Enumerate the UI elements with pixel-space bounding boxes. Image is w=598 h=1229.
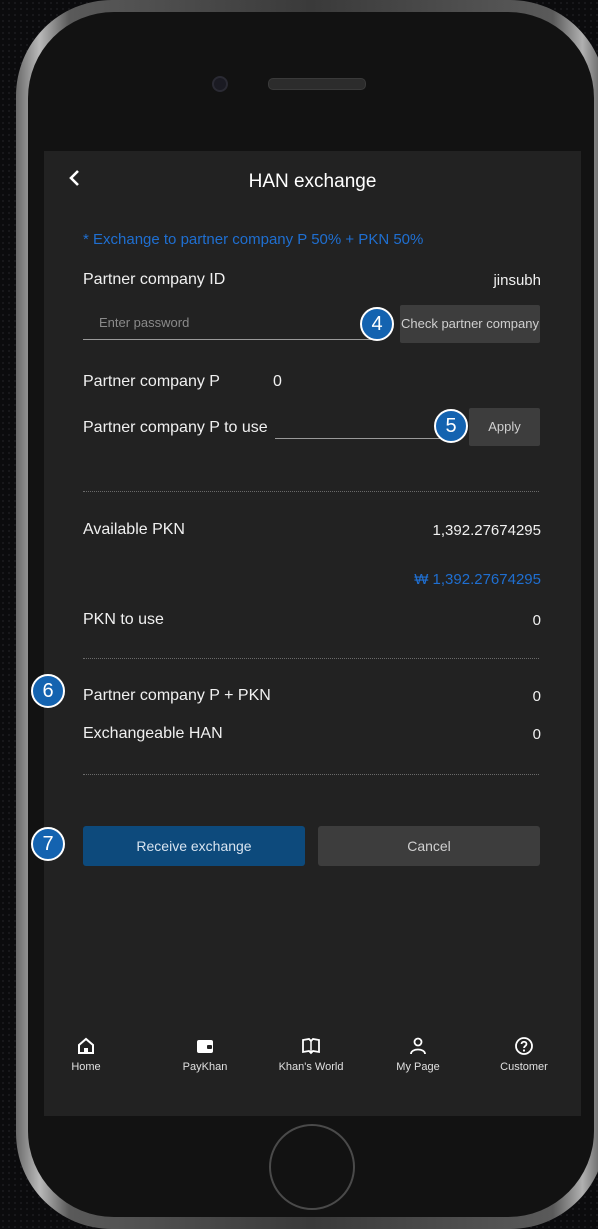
nav-home-label: Home: [71, 1061, 101, 1073]
partner-id-label: Partner company ID: [83, 271, 226, 288]
password-placeholder: Enter password: [99, 315, 190, 330]
apply-label: Apply: [488, 419, 521, 434]
nav-my-page[interactable]: My Page: [378, 1035, 458, 1073]
step-badge-5: 5: [434, 409, 468, 443]
pkn-to-use-value: 0: [532, 612, 541, 629]
nav-paykhan-label: PayKhan: [182, 1061, 228, 1073]
earpiece-speaker: [268, 78, 366, 90]
partner-p-label: Partner company P: [83, 373, 220, 390]
app-screen: HAN exchange * Exchange to partner compa…: [44, 151, 581, 1116]
available-pkn-label: Available PKN: [83, 521, 185, 538]
front-camera: [212, 76, 228, 92]
cancel-button[interactable]: Cancel: [318, 826, 540, 866]
section-divider-2: [83, 658, 539, 659]
step-badge-4: 4: [360, 307, 394, 341]
nav-customer-label: Customer: [500, 1061, 548, 1073]
home-icon: [78, 1037, 94, 1054]
section-divider-1: [83, 491, 539, 492]
receive-exchange-label: Receive exchange: [136, 838, 252, 854]
apply-button[interactable]: Apply: [469, 408, 540, 446]
nav-paykhan[interactable]: PayKhan: [165, 1035, 245, 1073]
check-partner-button[interactable]: Check partner company: [400, 305, 540, 343]
partner-p-value: 0: [273, 373, 282, 390]
pkn-to-use-label: PKN to use: [83, 611, 164, 628]
nav-my-page-label: My Page: [396, 1061, 440, 1073]
nav-customer[interactable]: Customer: [484, 1035, 564, 1073]
receive-exchange-button[interactable]: Receive exchange: [83, 826, 305, 866]
help-icon: [515, 1037, 533, 1055]
password-field[interactable]: Enter password: [83, 307, 373, 340]
nav-khans-world[interactable]: Khan's World: [271, 1035, 351, 1073]
partner-p-use-input[interactable]: [275, 409, 445, 439]
sum-label: Partner company P + PKN: [83, 687, 271, 704]
partner-p-use-label: Partner company P to use: [83, 419, 268, 436]
person-icon: [410, 1037, 426, 1055]
cancel-label: Cancel: [407, 838, 451, 854]
step-badge-7: 7: [31, 827, 65, 861]
book-icon: [302, 1038, 320, 1055]
section-divider-3: [83, 774, 539, 775]
wallet-icon: [197, 1040, 213, 1053]
partner-id-value: jinsubh: [493, 272, 541, 289]
home-button[interactable]: [269, 1124, 355, 1210]
nav-khans-world-label: Khan's World: [278, 1061, 344, 1073]
exchangeable-han-value: 0: [532, 726, 541, 743]
exchange-notice: * Exchange to partner company P 50% + PK…: [83, 231, 424, 248]
exchangeable-han-label: Exchangeable HAN: [83, 725, 223, 742]
available-pkn-value: 1,392.27674295: [432, 522, 541, 539]
page-title: HAN exchange: [248, 171, 377, 192]
available-pkn-krw: ₩ 1,392.27674295: [414, 571, 541, 588]
sum-value: 0: [532, 688, 541, 705]
nav-home[interactable]: Home: [46, 1035, 126, 1073]
check-partner-label: Check partner company: [400, 316, 539, 331]
step-badge-6: 6: [31, 674, 65, 708]
